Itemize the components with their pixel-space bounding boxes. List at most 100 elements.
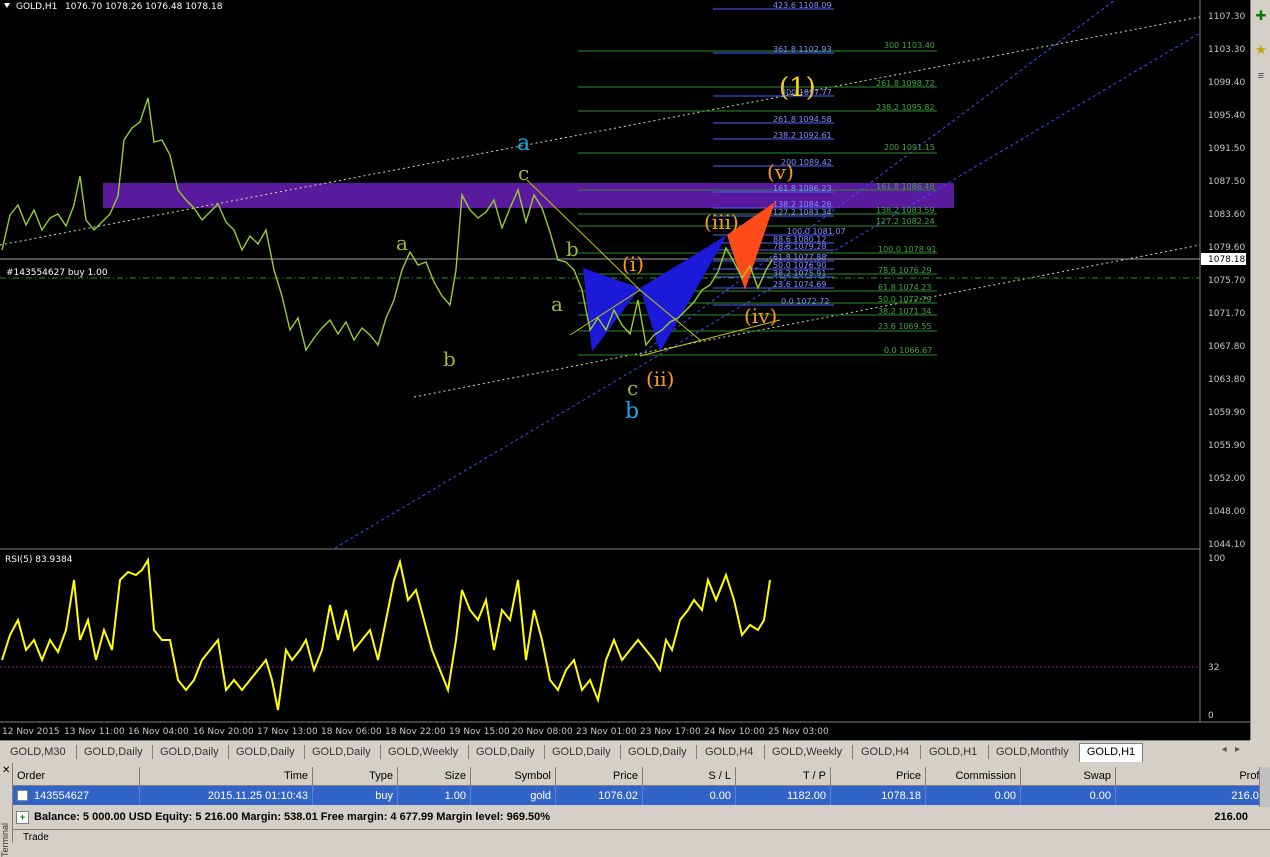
balance-icon: + (16, 811, 29, 824)
order-sl: 0.00 (642, 785, 736, 805)
favorites-icon[interactable]: ★ (1253, 42, 1269, 58)
price-tick: 1059.90 (1208, 408, 1245, 418)
chart-tab[interactable]: GOLD,H1 (929, 744, 977, 760)
price-tick: 1055.90 (1208, 441, 1245, 451)
vertical-scrollbar[interactable] (1259, 767, 1270, 807)
col-header[interactable]: Swap (1020, 767, 1116, 786)
chart-tab[interactable]: GOLD,H4 (861, 744, 909, 760)
chart-window[interactable]: a b a b c b a c (i) (ii) (iii) (iv) (v) … (0, 0, 1250, 740)
chart-tab[interactable]: GOLD,Weekly (772, 744, 842, 760)
chart-tab[interactable]: GOLD,Daily (160, 744, 219, 760)
fib-blue-label: 300 1097.77 (781, 88, 832, 97)
price-tick: 1048.00 (1208, 507, 1245, 517)
balance-row[interactable]: + Balance: 5 000.00 USD Equity: 5 216.00… (13, 809, 1270, 826)
chart-tab[interactable]: GOLD,Daily (312, 744, 371, 760)
fib-blue-label: 361.8 1102.93 (773, 45, 832, 54)
order-size: 1.00 (397, 785, 471, 805)
time-tick: 16 Nov 04:00 (128, 727, 189, 737)
chart-tab[interactable]: GOLD,Daily (476, 744, 535, 760)
chart-tab[interactable]: GOLD,M30 (10, 744, 66, 760)
fib-blue-label: 78.6 1079.28 (773, 242, 826, 251)
order-type: buy (312, 785, 398, 805)
terminal-side-label: Terminal (0, 823, 10, 857)
fib-green-label: 78.6 1076.29 (878, 266, 931, 275)
col-header[interactable]: S / L (642, 767, 736, 786)
fib-green-label: 61.8 1074.23 (878, 283, 931, 292)
fib-blue-label: 161.8 1086.23 (773, 184, 832, 193)
chart-tab-active[interactable]: GOLD,H1 (1079, 743, 1143, 762)
col-header[interactable]: Size (397, 767, 471, 786)
chart-tab[interactable]: GOLD,Monthly (996, 744, 1069, 760)
col-header[interactable]: Time (139, 767, 313, 786)
order-tp: 1182.00 (735, 785, 831, 805)
time-tick: 23 Nov 01:00 (576, 727, 637, 737)
price-tick: 1052.00 (1208, 474, 1245, 484)
fib-green-label: 300 1103.40 (884, 41, 935, 50)
rsi-axis-32: 32 (1208, 663, 1219, 673)
col-header[interactable]: Commission (925, 767, 1021, 786)
order-open-price: 1076.02 (555, 785, 643, 805)
wave-iii: (iii) (704, 210, 739, 234)
orders-table: Order Time Type Size Symbol Price S / L … (13, 767, 1270, 805)
chart-tab[interactable]: GOLD,Daily (84, 744, 143, 760)
fib-green-label: 100.0 1078.91 (878, 245, 937, 254)
list-icon[interactable]: ≡ (1253, 68, 1269, 84)
order-icon (17, 790, 28, 802)
balance-summary: Balance: 5 000.00 USD Equity: 5 216.00 M… (34, 811, 551, 823)
fib-green-label: 138.2 1083.59 (876, 206, 935, 215)
chart-tab-bar: GOLD,M30 GOLD,Daily GOLD,Daily GOLD,Dail… (0, 740, 1250, 763)
tab-trade[interactable]: Trade (23, 832, 49, 843)
price-tick: 1107.30 (1208, 12, 1245, 22)
wave-c-green: c (627, 376, 638, 400)
price-tick: 1044.10 (1208, 540, 1245, 550)
add-icon[interactable]: ✚ (1253, 8, 1269, 24)
time-tick: 13 Nov 11:00 (64, 727, 125, 737)
col-header[interactable]: Price (830, 767, 926, 786)
time-tick: 20 Nov 08:00 (512, 727, 573, 737)
order-profit: 216.00 (1115, 785, 1270, 805)
chart-canvas[interactable]: a b a b c b a c (i) (ii) (iii) (iv) (v) … (0, 0, 1250, 740)
chart-tab[interactable]: GOLD,Daily (552, 744, 611, 760)
col-header[interactable]: Symbol (470, 767, 556, 786)
col-header[interactable]: Profit (1115, 767, 1270, 786)
fib-green-label: 238.2 1095.82 (876, 103, 935, 112)
symbol-timeframe: GOLD,H1 (16, 2, 57, 12)
col-header[interactable]: Price (555, 767, 643, 786)
fib-green-label: 38.2 1071.34 (878, 307, 931, 316)
fib-blue-label: 261.8 1094.58 (773, 115, 832, 124)
fib-green-label: 23.6 1069.55 (878, 322, 931, 331)
fib-blue-label: 423.6 1108.09 (773, 1, 832, 10)
wave-a-green-1: a (396, 231, 408, 255)
tab-scroll-arrows[interactable]: ◂ ▸ (1222, 744, 1240, 755)
col-header[interactable]: Type (312, 767, 398, 786)
symbol-dropdown-icon[interactable] (4, 3, 10, 8)
fib-blue-label: 200 1089.42 (781, 158, 832, 167)
price-tick: 1099.40 (1208, 78, 1245, 88)
chart-tab[interactable]: GOLD,Weekly (388, 744, 458, 760)
balance-profit: 216.00 (1214, 811, 1248, 823)
pattern-triangle-1 (583, 268, 640, 352)
rsi-axis-0: 0 (1208, 711, 1214, 721)
terminal-sidebar: ✕ Terminal (0, 763, 13, 857)
fib-green-label: 0.0 1066.67 (884, 346, 932, 355)
order-row[interactable]: 143554627 2015.11.25 01:10:43 buy 1.00 g… (13, 785, 1270, 805)
col-header[interactable]: Order (13, 767, 140, 786)
wave-a-green-2: a (551, 292, 563, 316)
price-tick: 1079.60 (1208, 243, 1245, 253)
chart-tab[interactable]: GOLD,Daily (628, 744, 687, 760)
current-price: 1078.18 (1208, 255, 1245, 265)
price-tick: 1075.70 (1208, 276, 1245, 286)
rsi-label: RSI(5) 83.9384 (5, 555, 73, 565)
chart-tab[interactable]: GOLD,H4 (705, 744, 753, 760)
wave-i: (i) (622, 252, 644, 276)
wave-ii: (ii) (646, 367, 674, 391)
close-icon[interactable]: ✕ (2, 765, 10, 776)
price-axis: 1107.30 1103.30 1099.40 1095.40 1091.50 … (1208, 12, 1245, 550)
fib-blue-label: 38.2 1075.91 (773, 269, 826, 278)
col-header[interactable]: T / P (735, 767, 831, 786)
price-tick: 1083.60 (1208, 210, 1245, 220)
order-current-price: 1078.18 (830, 785, 926, 805)
chart-tab[interactable]: GOLD,Daily (236, 744, 295, 760)
order-swap: 0.00 (1020, 785, 1116, 805)
time-tick: 23 Nov 17:00 (640, 727, 701, 737)
